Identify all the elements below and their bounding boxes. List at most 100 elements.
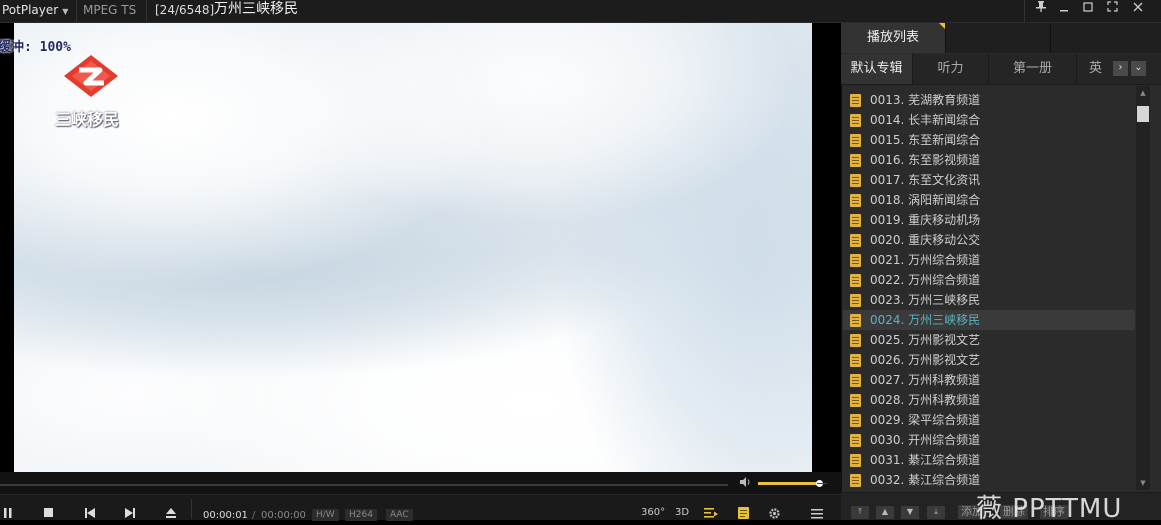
album-tab-english[interactable]: 英语 [1077, 54, 1110, 84]
title-separator [76, 0, 77, 22]
minimize-icon[interactable] [1052, 0, 1076, 20]
move-down-icon[interactable]: ▼ [901, 506, 919, 519]
file-icon [850, 134, 861, 147]
playlist-item[interactable]: 0030. 开州综合频道 [843, 430, 1135, 450]
move-top-icon[interactable]: ⤒ [851, 506, 869, 519]
playlist-item[interactable]: 0014. 长丰新闻综合 [843, 110, 1135, 130]
volume-track [817, 483, 827, 484]
settings-gear-icon[interactable] [768, 507, 781, 523]
tab-playlist[interactable]: 播放列表 [841, 23, 946, 53]
menu-icon[interactable] [811, 509, 823, 522]
album-tab-default[interactable]: 默认专辑 [841, 54, 913, 84]
playlist-item[interactable]: 0028. 万州科教频道 [843, 390, 1135, 410]
file-icon [850, 414, 861, 427]
title-separator [146, 0, 147, 22]
playlist-item[interactable]: 0020. 重庆移动公交 [843, 230, 1135, 250]
file-icon [850, 334, 861, 347]
file-icon [850, 474, 861, 487]
seek-row [0, 472, 841, 494]
playlist-item[interactable]: 0026. 万州影视文艺 [843, 350, 1135, 370]
file-icon [850, 114, 861, 127]
playlist-item[interactable]: 0024. 万州三峡移民 [843, 310, 1135, 330]
file-icon [850, 374, 861, 387]
audio-codec-badge[interactable]: AAC [386, 509, 413, 521]
tab-empty[interactable] [946, 23, 1051, 53]
file-icon [850, 194, 861, 207]
playlist-item-label: 0025. 万州影视文艺 [870, 333, 981, 347]
playlist-item[interactable]: 0022. 万州综合频道 [843, 270, 1135, 290]
playlist-item[interactable]: 0025. 万州影视文艺 [843, 330, 1135, 350]
playlist-item-label: 0028. 万州科教频道 [870, 393, 981, 407]
playlist-item[interactable]: 0021. 万州综合频道 [843, 250, 1135, 270]
playlist-scrollbar[interactable] [1136, 86, 1150, 490]
playlist-item-label: 0021. 万州综合频道 [870, 253, 981, 267]
album-tab-book-one[interactable]: 第一册 [989, 54, 1077, 84]
playlist-item[interactable]: 0027. 万州科教频道 [843, 370, 1135, 390]
chevron-down-icon[interactable]: ⌄ [1131, 61, 1146, 76]
playlist-item-label: 0031. 綦江综合频道 [870, 453, 981, 467]
playlist-item[interactable]: 0017. 东至文化资讯 [843, 170, 1135, 190]
maximize-icon[interactable] [1076, 0, 1100, 20]
file-icon [850, 174, 861, 187]
move-up-icon[interactable]: ▲ [876, 506, 894, 519]
playlist-item-label: 0027. 万州科教频道 [870, 373, 981, 387]
subtitle-icon[interactable] [704, 508, 718, 522]
eject-icon[interactable] [166, 508, 176, 521]
playlist-item[interactable]: 0031. 綦江综合频道 [843, 450, 1135, 470]
playlist-toggle-icon[interactable] [738, 507, 749, 522]
volume-icon[interactable] [740, 477, 752, 490]
title-separator [1024, 0, 1025, 22]
chevron-right-icon[interactable]: › [1113, 61, 1128, 76]
playlist-item-label: 0020. 重庆移动公交 [870, 233, 981, 247]
file-icon [850, 214, 861, 227]
next-icon[interactable] [125, 508, 135, 521]
playlist-item-label: 0032. 綦江综合频道 [870, 473, 981, 487]
playlist-item[interactable]: 0018. 涡阳新闻综合 [843, 190, 1135, 210]
stop-icon[interactable] [44, 508, 53, 520]
scroll-up-icon[interactable]: ▲ [1136, 86, 1150, 100]
playlist-item-label: 0017. 东至文化资讯 [870, 173, 981, 187]
time-separator: / [252, 510, 256, 521]
file-icon [850, 314, 861, 327]
playlist-item[interactable]: 0019. 重庆移动机场 [843, 210, 1135, 230]
scrollbar-thumb[interactable] [1137, 106, 1149, 122]
current-time: 00:00:01 [203, 510, 248, 521]
playlist-item-label: 0018. 涡阳新闻综合 [870, 193, 981, 207]
video-frame[interactable] [14, 23, 812, 472]
fullscreen-icon[interactable] [1100, 0, 1124, 20]
watermark-text: 薇 PPTTMU [976, 494, 1123, 524]
file-icon [850, 154, 861, 167]
playlist-item[interactable]: 0015. 东至新闻综合 [843, 130, 1135, 150]
pin-icon[interactable] [1029, 0, 1053, 20]
volume-slider[interactable] [758, 482, 820, 485]
album-tab-listening[interactable]: 听力 [913, 54, 989, 84]
playlist-item[interactable]: 0013. 芜湖教育频道 [843, 90, 1135, 110]
control-separator [191, 499, 192, 519]
channel-logo [60, 54, 122, 98]
playlist-item-label: 0019. 重庆移动机场 [870, 213, 981, 227]
vr-360-button[interactable]: 360° [641, 507, 665, 518]
file-icon [850, 294, 861, 307]
app-name: PotPlayer [2, 3, 59, 17]
file-icon [850, 94, 861, 107]
scroll-down-icon[interactable]: ▼ [1136, 476, 1150, 490]
app-menu-button[interactable]: PotPlayer ▼ [0, 0, 68, 22]
hw-badge[interactable]: H/W [312, 509, 339, 521]
file-icon [850, 354, 861, 367]
previous-icon[interactable] [85, 508, 95, 521]
playlist-item[interactable]: 0023. 万州三峡移民 [843, 290, 1135, 310]
playlist-item[interactable]: 0029. 梁平综合频道 [843, 410, 1135, 430]
move-bottom-icon[interactable]: ⤓ [927, 506, 945, 519]
playlist-item[interactable]: 0016. 东至影视频道 [843, 150, 1135, 170]
playlist-item-label: 0024. 万州三峡移民 [870, 313, 981, 327]
seek-bar[interactable] [0, 484, 728, 486]
pause-icon[interactable] [4, 508, 12, 521]
close-icon[interactable] [1126, 0, 1150, 20]
video-codec-badge[interactable]: H264 [345, 509, 377, 521]
channel-name: 三峡移民 [55, 110, 120, 129]
format-label: MPEG TS [83, 3, 137, 17]
file-icon [850, 234, 861, 247]
playlist-item-label: 0023. 万州三峡移民 [870, 293, 981, 307]
3d-button[interactable]: 3D [675, 507, 689, 518]
playlist-item[interactable]: 0032. 綦江综合频道 [843, 470, 1135, 490]
